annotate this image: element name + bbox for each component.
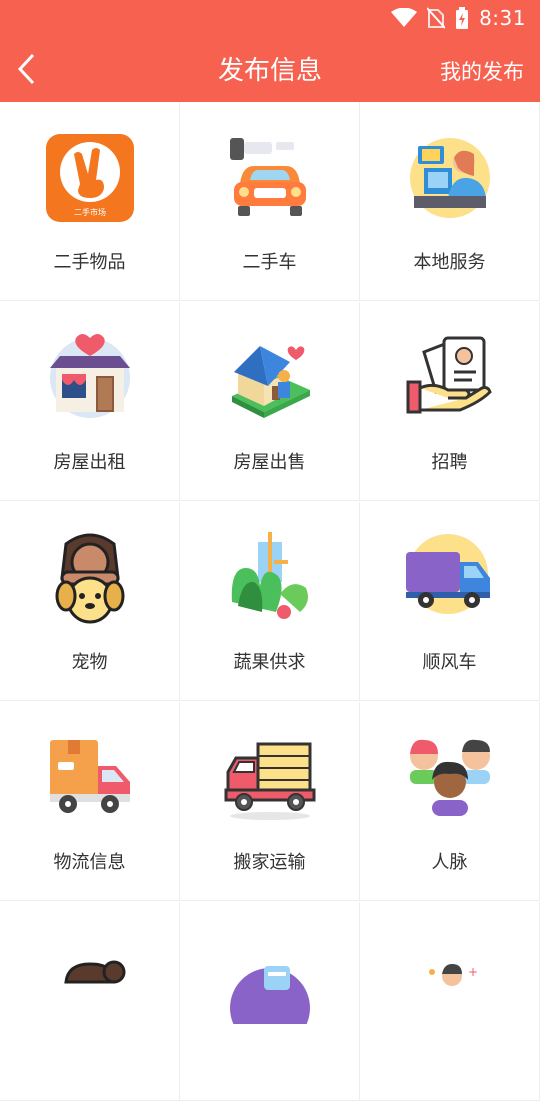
moving-truck-icon — [224, 742, 316, 820]
svg-text:+: + — [468, 965, 478, 979]
wifi-icon — [391, 8, 418, 27]
category-label: 蔬果供求 — [233, 652, 306, 673]
category-label: 房屋出租 — [53, 452, 126, 473]
house-sale-icon — [232, 346, 310, 418]
no-sim-icon — [427, 7, 446, 29]
category-carpool[interactable]: 顺风车 — [360, 502, 540, 701]
app-header: 8:31 发布信息 我的发布 — [0, 0, 540, 102]
my-posts-link[interactable]: 我的发布 — [440, 56, 524, 86]
category-house-rent[interactable]: 房屋出租 — [0, 302, 180, 501]
used-car-icon — [230, 138, 306, 216]
logo-text: 二手市场 — [74, 207, 106, 217]
category-moving[interactable]: 搬家运输 — [180, 702, 360, 901]
category-label: 房屋出售 — [233, 452, 306, 473]
network-people-icon — [410, 739, 490, 816]
title-bar: 发布信息 我的发布 — [0, 36, 540, 102]
category-label: 物流信息 — [53, 852, 126, 873]
category-house-sale[interactable]: 房屋出售 — [180, 302, 360, 501]
carpool-truck-icon — [406, 534, 490, 614]
pet-icon — [55, 533, 125, 624]
category-recruitment[interactable]: 招聘 — [360, 302, 540, 501]
category-label: 顺风车 — [422, 652, 477, 673]
logistics-icon — [50, 740, 130, 813]
status-bar: 8:31 — [0, 0, 540, 36]
category-second-hand[interactable]: 二手市场 二手物品 — [0, 102, 180, 301]
category-label: 二手车 — [242, 252, 297, 273]
category-partial-2[interactable] — [180, 902, 360, 1101]
category-local-service[interactable]: 本地服务 — [360, 102, 540, 301]
category-label: 本地服务 — [413, 252, 486, 273]
recruitment-icon — [406, 336, 492, 414]
category-label: 搬家运输 — [233, 852, 306, 873]
partial-person-icon — [64, 960, 126, 984]
partial-app-icon — [230, 966, 310, 1024]
status-time: 8:31 — [479, 6, 526, 30]
category-produce[interactable]: 蔬果供求 — [180, 502, 360, 701]
category-pet[interactable]: 宠物 — [0, 502, 180, 701]
category-network[interactable]: 人脉 — [360, 702, 540, 901]
category-logistics[interactable]: 物流信息 — [0, 702, 180, 901]
partial-people-icon: + — [429, 964, 478, 986]
category-label: 宠物 — [71, 652, 108, 673]
house-rent-icon — [50, 334, 130, 418]
category-used-car[interactable]: 二手车 — [180, 102, 360, 301]
category-partial-3[interactable]: + — [360, 902, 540, 1101]
produce-icon — [231, 532, 308, 619]
category-partial-1[interactable] — [0, 902, 180, 1101]
local-service-icon — [410, 138, 490, 218]
category-label: 二手物品 — [53, 252, 126, 273]
category-label: 人脉 — [431, 852, 468, 873]
second-hand-market-icon: 二手市场 — [46, 134, 134, 222]
battery-charging-icon — [456, 7, 469, 29]
category-label: 招聘 — [431, 452, 468, 473]
